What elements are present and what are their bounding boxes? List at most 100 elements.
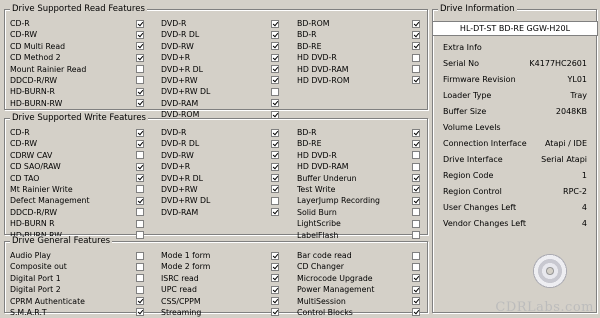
feature-label: DVD+R: [161, 162, 191, 172]
feature-row: Digital Port 1: [10, 273, 146, 284]
feature-label: CD TAO: [10, 173, 40, 183]
feature-label: HD-BURN-R: [10, 87, 55, 97]
info-key: User Changes Left: [443, 203, 517, 212]
feature-label: HD DVD-RAM: [297, 64, 349, 74]
feature-row: Composite out: [10, 261, 146, 272]
info-value: 4: [581, 203, 587, 212]
feature-row: HD-BURN R: [10, 218, 146, 229]
feature-checkbox: [271, 185, 279, 194]
feature-checkbox: [412, 185, 420, 194]
feature-checkbox: [412, 19, 420, 28]
feature-checkbox: [136, 42, 144, 51]
feature-checkbox: [136, 208, 144, 217]
feature-row: DVD+RW: [161, 75, 283, 86]
feature-label: HD DVD-R: [297, 150, 337, 160]
feature-checkbox: [412, 42, 420, 51]
feature-checkbox: [271, 196, 279, 205]
feature-label: BD-RE: [297, 41, 322, 51]
feature-row: CD-RW: [10, 29, 146, 40]
feature-checkbox: [412, 76, 420, 85]
feature-checkbox: [412, 196, 420, 205]
feature-row: LabelFlash: [297, 230, 427, 241]
feature-row: Test Write: [297, 184, 427, 195]
info-value: RPC-2: [563, 187, 587, 196]
feature-row: DVD-R DL: [161, 29, 283, 40]
feature-row: Mt Rainier Write: [10, 184, 146, 195]
feature-row: HD-BURN-RW: [10, 98, 146, 109]
feature-checkbox: [412, 128, 420, 137]
feature-row: DVD-R DL: [161, 138, 283, 149]
feature-checkbox: [271, 99, 279, 108]
feature-checkbox: [136, 297, 144, 306]
info-row: Buffer Size 2048KB: [433, 105, 596, 119]
feature-checkbox: [136, 308, 144, 317]
feature-row: BD-R: [297, 29, 427, 40]
general-col-3: Bar code read CD Changer Microcode Upgrade…: [297, 250, 427, 318]
feature-checkbox: [136, 174, 144, 183]
feature-row: ISRC read: [161, 273, 283, 284]
feature-label: ISRC read: [161, 273, 199, 283]
info-value: 1: [581, 171, 587, 180]
feature-label: HD DVD-R: [297, 53, 337, 63]
feature-row: Streaming: [161, 307, 283, 318]
feature-label: HD-BURN-RW: [10, 98, 63, 108]
feature-label: DVD-RW: [161, 41, 194, 51]
info-key: Drive Interface: [443, 155, 503, 164]
feature-label: CPRM Authenticate: [10, 296, 85, 306]
feature-row: DVD+R: [161, 52, 283, 63]
info-key: Volume Levels: [443, 123, 501, 132]
write-col-1: CD-R CD-RW CDRW CAV CD SAO/RAW CD TAO Mt Rain…: [10, 127, 146, 241]
info-key: Firmware Revision: [443, 75, 516, 84]
feature-checkbox: [271, 285, 279, 294]
feature-label: UPC read: [161, 285, 197, 295]
feature-row: Mount Rainier Read: [10, 64, 146, 75]
feature-row: CD Multi Read: [10, 41, 146, 52]
feature-row: DVD+R DL: [161, 173, 283, 184]
feature-checkbox: [271, 139, 279, 148]
feature-row: DVD+R DL: [161, 64, 283, 75]
feature-checkbox: [271, 208, 279, 217]
feature-row: DVD-RW: [161, 150, 283, 161]
feature-checkbox: [271, 274, 279, 283]
feature-checkbox: [412, 53, 420, 62]
info-row: Firmware Revision YL01: [433, 73, 596, 87]
feature-label: DVD+R DL: [161, 173, 203, 183]
feature-checkbox: [412, 65, 420, 74]
feature-checkbox: [271, 262, 279, 271]
feature-row: DVD-RW: [161, 41, 283, 52]
feature-label: DVD+R DL: [161, 64, 203, 74]
feature-row: Audio Play: [10, 250, 146, 261]
feature-checkbox: [136, 185, 144, 194]
feature-row: HD DVD-RAM: [297, 64, 427, 75]
feature-label: CD-RW: [10, 30, 38, 40]
feature-row: CDRW CAV: [10, 150, 146, 161]
info-value: K4177HC2601: [529, 59, 587, 68]
feature-row: CSS/CPPM: [161, 296, 283, 307]
feature-label: HD DVD-RAM: [297, 162, 349, 172]
info-row: Drive Interface Serial Atapi: [433, 153, 596, 167]
feature-row: Solid Burn: [297, 207, 427, 218]
info-key: Buffer Size: [443, 107, 487, 116]
feature-label: LabelFlash: [297, 230, 339, 240]
feature-checkbox: [271, 151, 279, 160]
feature-checkbox: [136, 139, 144, 148]
info-row: Volume Levels: [433, 121, 596, 135]
feature-label: Defect Management: [10, 196, 90, 206]
feature-checkbox: [271, 251, 279, 260]
info-key: Connection Interface: [443, 139, 527, 148]
info-value: Tray: [570, 91, 587, 100]
feature-checkbox: [136, 285, 144, 294]
feature-label: DVD-RAM: [161, 98, 199, 108]
feature-row: Bar code read: [297, 250, 427, 261]
feature-label: CD-R: [10, 19, 30, 28]
read-features-group: Drive Supported Read Features CD-R CD-RW C…: [4, 4, 428, 119]
info-row: Region Code 1: [433, 169, 596, 183]
feature-checkbox: [271, 30, 279, 39]
feature-row: CD-RW: [10, 138, 146, 149]
info-key: Extra Info: [443, 43, 482, 52]
feature-checkbox: [412, 162, 420, 171]
feature-checkbox: [412, 308, 420, 317]
feature-label: LayerJump Recording: [297, 196, 380, 206]
general-features-group: Drive General Features Audio Play Composi…: [4, 236, 428, 317]
feature-checkbox: [136, 231, 144, 240]
